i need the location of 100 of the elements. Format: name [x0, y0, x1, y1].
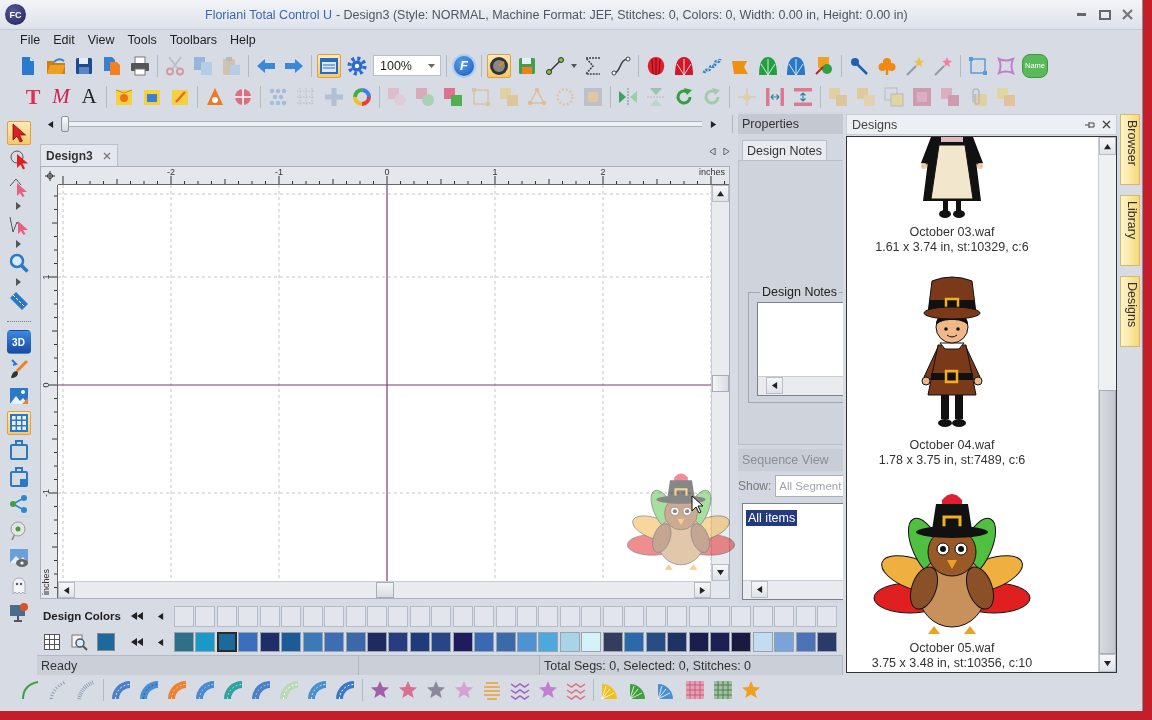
- panel-tab[interactable]: Design Notes: [742, 140, 828, 160]
- menu-item[interactable]: Tools: [121, 31, 163, 49]
- menu-item[interactable]: View: [81, 31, 121, 49]
- grid-button[interactable]: [6, 411, 31, 435]
- arc-band-button[interactable]: [221, 678, 245, 702]
- arc-band-button[interactable]: [193, 678, 217, 702]
- color-swatch[interactable]: [624, 632, 645, 652]
- design-name[interactable]: October 04.waf: [909, 438, 995, 453]
- scroll-up-button[interactable]: [712, 185, 729, 202]
- scrollbar-thumb[interactable]: [375, 582, 394, 598]
- crosshair-icon: [44, 171, 55, 181]
- color-swatch[interactable]: [667, 632, 688, 652]
- minimize-icon: [1077, 13, 1086, 16]
- color-swatch[interactable]: [259, 632, 280, 652]
- color-swatch[interactable]: [281, 632, 302, 652]
- color-swatch[interactable]: [795, 632, 816, 652]
- color-swatch[interactable]: [817, 632, 838, 652]
- color-swatch[interactable]: [688, 632, 709, 652]
- dial-button[interactable]: [487, 53, 511, 78]
- fan-icon: [786, 55, 806, 76]
- cursor-button[interactable]: [6, 121, 31, 145]
- mirror-horizontal-icon: [618, 86, 638, 107]
- color-swatch[interactable]: [581, 632, 602, 652]
- color-swatch[interactable]: [709, 632, 730, 652]
- color-swatch[interactable]: [366, 632, 387, 652]
- color-swatch[interactable]: [731, 632, 752, 652]
- menu-item[interactable]: Help: [224, 31, 262, 49]
- 3d-button[interactable]: 3D: [6, 330, 31, 354]
- scroll-down-button[interactable]: [712, 564, 729, 581]
- color-swatch[interactable]: [345, 632, 366, 652]
- texture-button[interactable]: [683, 678, 707, 702]
- color-swatch[interactable]: [645, 632, 666, 652]
- side-tab[interactable]: Designs: [1120, 276, 1140, 347]
- tab-close-button[interactable]: [102, 151, 111, 160]
- color-swatch[interactable]: [238, 632, 259, 652]
- color-swatch[interactable]: [752, 632, 773, 652]
- printer-button[interactable]: [128, 53, 152, 78]
- right-triangle-icon: [699, 586, 706, 594]
- color-swatch[interactable]: [774, 632, 795, 652]
- tab-left-button[interactable]: [707, 145, 717, 157]
- vertical-scrollbar[interactable]: [1098, 137, 1116, 672]
- maximize-icon: [1098, 9, 1111, 20]
- arc-band-button[interactable]: [109, 678, 133, 702]
- texture-button[interactable]: [711, 678, 735, 702]
- design-name[interactable]: October 03.waf: [909, 225, 995, 240]
- scrollbar-thumb[interactable]: [712, 374, 729, 392]
- document-tab[interactable]: Design3: [40, 144, 118, 166]
- design-name[interactable]: October 05.waf: [909, 641, 995, 656]
- color-swatch[interactable]: [474, 632, 495, 652]
- arc-band-button[interactable]: [333, 678, 357, 702]
- horizontal-scrollbar[interactable]: [743, 580, 843, 599]
- curve-button[interactable]: [609, 53, 633, 78]
- script-letter-button[interactable]: M: [49, 84, 73, 109]
- horizontal-scrollbar[interactable]: [758, 376, 843, 395]
- color-swatch[interactable]: [409, 632, 430, 652]
- scrollbar-thumb[interactable]: [1099, 390, 1116, 654]
- window-button[interactable]: [317, 53, 341, 78]
- menu-item[interactable]: File: [14, 31, 47, 49]
- tab-right-button[interactable]: [721, 145, 731, 157]
- scroll-left-button[interactable]: [751, 581, 768, 598]
- menu-item[interactable]: Toolbars: [163, 31, 223, 49]
- scroll-down-button[interactable]: [1099, 654, 1116, 672]
- scroll-up-button[interactable]: [1099, 137, 1116, 155]
- palette-button[interactable]: [43, 633, 61, 651]
- scroll-right-button[interactable]: [694, 582, 711, 598]
- color-swatch[interactable]: [216, 632, 237, 652]
- side-tab[interactable]: Browser: [1120, 114, 1140, 185]
- scroll-left-button[interactable]: [766, 377, 783, 394]
- color-swatch[interactable]: [174, 632, 194, 652]
- color-swatch[interactable]: [195, 632, 216, 652]
- color-swatch[interactable]: [538, 632, 559, 652]
- color-swatch[interactable]: [559, 632, 580, 652]
- scroll-left-button[interactable]: [58, 582, 75, 598]
- documents-icon: [102, 55, 122, 76]
- side-tab[interactable]: Library: [1120, 195, 1140, 266]
- arc-band-button[interactable]: [305, 678, 329, 702]
- slider-thumb[interactable]: [61, 116, 69, 132]
- color-swatch[interactable]: [302, 632, 323, 652]
- serif-letter-button[interactable]: A: [77, 84, 101, 109]
- list-item[interactable]: All items: [746, 510, 798, 526]
- arc-band-button[interactable]: [165, 678, 189, 702]
- vertical-scrollbar[interactable]: [711, 185, 729, 581]
- magnifier-button[interactable]: [70, 633, 88, 651]
- copy-icon: [193, 55, 213, 76]
- color-swatch[interactable]: [431, 632, 452, 652]
- arc-band-button[interactable]: [249, 678, 273, 702]
- color-swatch[interactable]: [517, 632, 537, 652]
- color-swatch[interactable]: [452, 632, 473, 652]
- horizontal-scrollbar[interactable]: [58, 581, 711, 598]
- color-swatch[interactable]: [324, 632, 345, 652]
- close-button[interactable]: [1100, 118, 1112, 131]
- menu-item[interactable]: Edit: [47, 31, 81, 49]
- color-swatch[interactable]: [602, 632, 623, 652]
- color-swatch[interactable]: [388, 632, 409, 652]
- arc-band-button[interactable]: [137, 678, 161, 702]
- color-swatch[interactable]: [495, 632, 516, 652]
- zoom-combo[interactable]: 100%: [373, 55, 441, 76]
- notes-field[interactable]: [757, 302, 843, 396]
- texture-icon: [685, 680, 705, 700]
- rotate-icon: [674, 86, 694, 107]
